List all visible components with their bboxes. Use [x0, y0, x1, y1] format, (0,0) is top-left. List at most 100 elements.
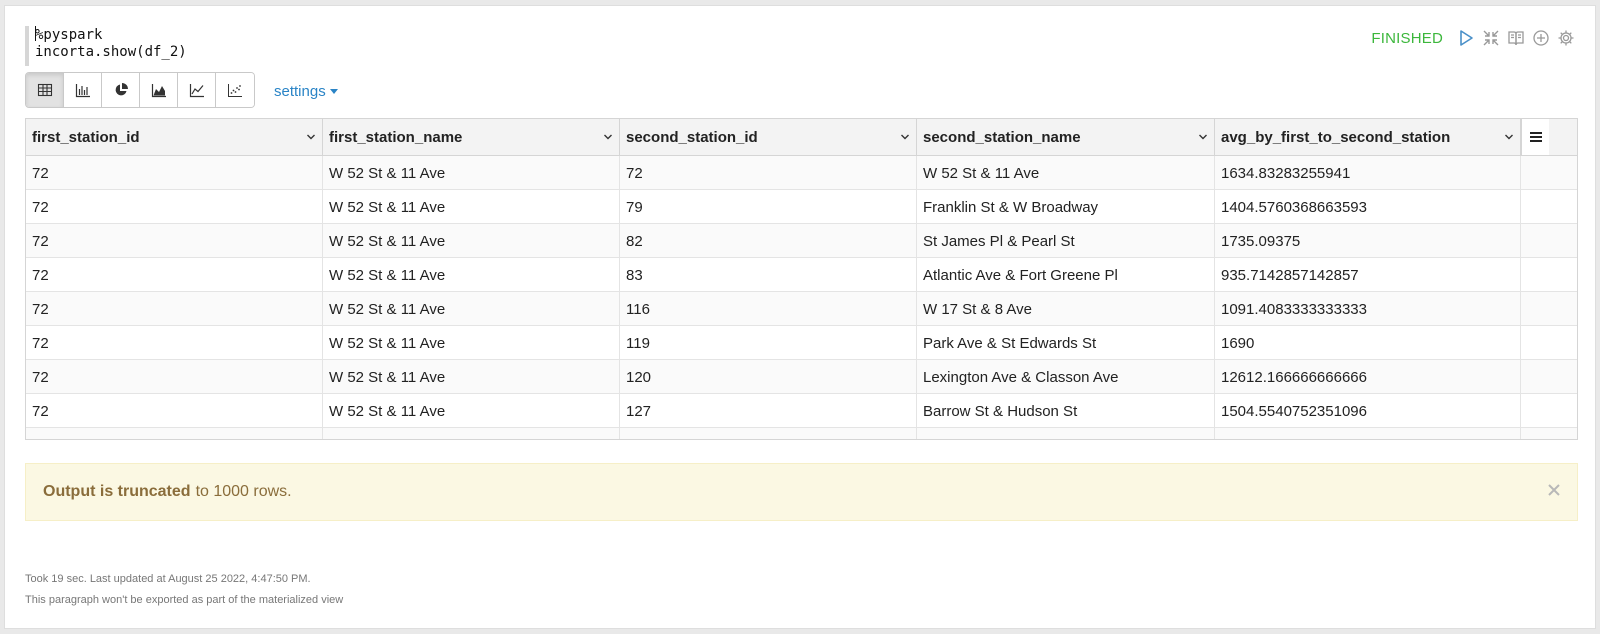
- table-row: 72 W 52 St & 11 Ave 116 W 17 St & 8 Ave …: [26, 292, 1577, 326]
- table-cell: W 52 St & 11 Ave: [323, 394, 620, 428]
- table-row: 72 W 52 St & 11 Ave 120 Lexington Ave & …: [26, 360, 1577, 394]
- table-row: 72 W 52 St & 11 Ave 82 St James Pl & Pea…: [26, 224, 1577, 258]
- table-cell: 72: [26, 224, 323, 258]
- line-chart-icon: [189, 84, 204, 98]
- table-row: 72 W 52 St & 11 Ave 119 Park Ave & St Ed…: [26, 326, 1577, 360]
- gear-icon[interactable]: [1556, 28, 1575, 47]
- column-header-avg-by-first-to-second-station[interactable]: avg_by_first_to_second_station: [1215, 119, 1521, 155]
- table-cell: [26, 428, 323, 439]
- table-body: 72 W 52 St & 11 Ave 72 W 52 St & 11 Ave …: [26, 156, 1577, 439]
- table-icon: [37, 83, 52, 97]
- table-cell: 72: [620, 156, 917, 190]
- status-label: FINISHED: [1371, 30, 1443, 47]
- bar-chart-icon: [75, 84, 90, 98]
- column-header-first-station-name[interactable]: first_station_name: [323, 119, 620, 155]
- paragraph-toolbar: [1456, 28, 1575, 47]
- column-header-second-station-name[interactable]: second_station_name: [917, 119, 1215, 155]
- table-cell: 119: [620, 326, 917, 360]
- table-cell: W 52 St & 11 Ave: [323, 326, 620, 360]
- settings-dropdown[interactable]: settings: [274, 83, 338, 100]
- truncation-alert: Output is truncated to 1000 rows.: [25, 463, 1578, 521]
- table-cell: W 52 St & 11 Ave: [323, 224, 620, 258]
- table-cell: W 52 St & 11 Ave: [323, 156, 620, 190]
- table-cell: 72: [26, 394, 323, 428]
- table-cell: 935.7142857142857: [1215, 258, 1521, 292]
- pie-chart-button[interactable]: [102, 73, 140, 107]
- table-row: 72 W 52 St & 11 Ave 83 Atlantic Ave & Fo…: [26, 258, 1577, 292]
- table-cell: Barrow St & Hudson St: [917, 394, 1215, 428]
- table-cell: 72: [26, 156, 323, 190]
- table-cell: [917, 428, 1215, 439]
- table-row-partial: [26, 428, 1577, 439]
- code-line: %pyspark: [35, 26, 103, 43]
- table-cell: 72: [26, 258, 323, 292]
- table-cell: W 17 St & 8 Ave: [917, 292, 1215, 326]
- scatter-chart-button[interactable]: [216, 73, 254, 107]
- bar-chart-button[interactable]: [64, 73, 102, 107]
- table-cell: Lexington Ave & Classon Ave: [917, 360, 1215, 394]
- chevron-down-icon[interactable]: [603, 132, 613, 142]
- timing-text: Took 19 sec. Last updated at August 25 2…: [25, 573, 311, 585]
- chevron-down-icon[interactable]: [1504, 132, 1514, 142]
- results-table: first_station_id first_station_name seco…: [25, 118, 1578, 440]
- table-cell: 1091.4083333333333: [1215, 292, 1521, 326]
- alert-text: to 1000 rows.: [195, 483, 292, 500]
- table-cell: 1690: [1215, 326, 1521, 360]
- scatter-chart-icon: [228, 84, 242, 97]
- table-cell: W 52 St & 11 Ave: [323, 258, 620, 292]
- run-icon[interactable]: [1456, 28, 1475, 47]
- notebook-paragraph: %pyspark incorta.show(df_2) FINISHED set…: [4, 5, 1596, 629]
- hamburger-menu-icon: [1529, 132, 1542, 142]
- table-row: 72 W 52 St & 11 Ave 79 Franklin St & W B…: [26, 190, 1577, 224]
- table-cell: 120: [620, 360, 917, 394]
- table-cell: W 52 St & 11 Ave: [917, 156, 1215, 190]
- export-note: This paragraph won't be exported as part…: [25, 594, 344, 606]
- line-chart-button[interactable]: [178, 73, 216, 107]
- table-row: 72 W 52 St & 11 Ave 127 Barrow St & Huds…: [26, 394, 1577, 428]
- table-cell: W 52 St & 11 Ave: [323, 190, 620, 224]
- table-cell: Atlantic Ave & Fort Greene Pl: [917, 258, 1215, 292]
- table-view-button[interactable]: [26, 73, 64, 107]
- chevron-down-icon[interactable]: [306, 132, 316, 142]
- column-header-second-station-id[interactable]: second_station_id: [620, 119, 917, 155]
- pie-chart-icon: [115, 83, 128, 96]
- table-cell: 79: [620, 190, 917, 224]
- column-header-first-station-id[interactable]: first_station_id: [26, 119, 323, 155]
- table-cell: 82: [620, 224, 917, 258]
- table-cell: 72: [26, 190, 323, 224]
- table-cell: 1735.09375: [1215, 224, 1521, 258]
- table-cell: 72: [26, 360, 323, 394]
- close-icon[interactable]: [1547, 483, 1561, 497]
- table-cell: 12612.166666666666: [1215, 360, 1521, 394]
- table-cell: 72: [26, 326, 323, 360]
- table-cell: 1634.83283255941: [1215, 156, 1521, 190]
- area-chart-icon: [151, 84, 166, 98]
- chevron-down-icon[interactable]: [900, 132, 910, 142]
- table-cell: [620, 428, 917, 439]
- caret-down-icon: [329, 89, 338, 94]
- code-line: incorta.show(df_2): [35, 44, 187, 60]
- code-editor[interactable]: %pyspark incorta.show(df_2): [25, 26, 635, 66]
- paragraph-footer: Took 19 sec. Last updated at August 25 2…: [25, 569, 343, 611]
- table-cell: 127: [620, 394, 917, 428]
- add-icon[interactable]: [1531, 28, 1550, 47]
- collapse-icon[interactable]: [1481, 28, 1500, 47]
- table-cell: Park Ave & St Edwards St: [917, 326, 1215, 360]
- area-chart-button[interactable]: [140, 73, 178, 107]
- chevron-down-icon[interactable]: [1198, 132, 1208, 142]
- alert-bold-text: Output is truncated: [43, 483, 191, 500]
- settings-label: settings: [274, 83, 326, 100]
- table-header: first_station_id first_station_name seco…: [26, 119, 1577, 156]
- column-menu-button[interactable]: [1521, 119, 1549, 155]
- table-cell: W 52 St & 11 Ave: [323, 360, 620, 394]
- table-cell: 1404.5760368663593: [1215, 190, 1521, 224]
- book-icon[interactable]: [1506, 28, 1525, 47]
- table-cell: [1215, 428, 1521, 439]
- table-cell: 1504.5540752351096: [1215, 394, 1521, 428]
- table-cell: 116: [620, 292, 917, 326]
- table-cell: Franklin St & W Broadway: [917, 190, 1215, 224]
- table-cell: 83: [620, 258, 917, 292]
- table-cell: [323, 428, 620, 439]
- visualization-toolbar: [25, 72, 255, 108]
- table-cell: W 52 St & 11 Ave: [323, 292, 620, 326]
